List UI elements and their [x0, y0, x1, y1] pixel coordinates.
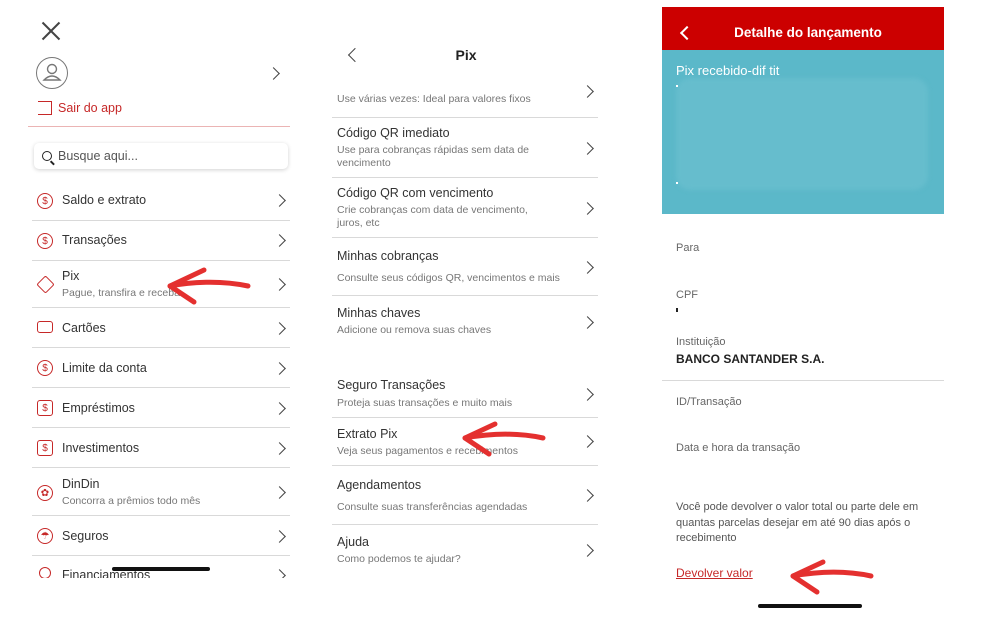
menu-item-label: Saldo e extrato: [62, 193, 147, 207]
label-data-hora: Data e hora da transação: [676, 442, 801, 454]
menu-item-cartoes[interactable]: Cartões: [32, 316, 290, 348]
menu-item-label: Transações: [62, 233, 127, 247]
annotation-arrow-pix: [167, 267, 251, 305]
chevron-right-icon: [273, 402, 286, 415]
money-icon: $: [37, 193, 53, 209]
value-instituicao: BANCO SANTANDER S.A.: [676, 352, 825, 366]
pix-item-sub: Crie cobranças com data de vencimento, j…: [337, 204, 528, 229]
chevron-right-icon: [273, 234, 286, 247]
menu-item-label: Pix: [62, 269, 80, 283]
main-menu-panel: Sair do app Busque aqui... $ Saldo e ext…: [28, 0, 296, 620]
chevron-right-icon: [273, 278, 286, 291]
pix-item-agendamentos[interactable]: Agendamentos Consulte suas transferência…: [332, 470, 598, 522]
transaction-type: Pix recebido-dif tit: [676, 63, 780, 78]
pix-item-sub: Consulte suas transferências agendadas: [337, 501, 528, 513]
pix-item-label: Minhas chaves: [337, 306, 421, 320]
pix-item-sub: Proteja suas transações e muito mais: [337, 397, 513, 409]
devolver-valor-link[interactable]: Devolver valor: [676, 566, 753, 580]
menu-item-emprestimos[interactable]: $ Empréstimos: [32, 396, 290, 428]
pix-item-seguro-transacoes[interactable]: Seguro Transações Proteja suas transaçõe…: [332, 370, 598, 416]
search-placeholder: Busque aqui...: [58, 149, 138, 163]
label-id-transacao: ID/Transação: [676, 396, 742, 408]
menu-item-limite-conta[interactable]: $ Limite da conta: [32, 356, 290, 388]
pix-item-sub: Adicione ou remova suas chaves: [337, 324, 492, 336]
pix-item-qr-imediato[interactable]: Código QR imediato Use para cobranças rá…: [332, 120, 598, 176]
pix-item-label: Minhas cobranças: [337, 249, 439, 263]
menu-item-label: Cartões: [62, 321, 106, 335]
menu-item-dindin[interactable]: ✿ DinDin Concorra a prêmios todo mês: [32, 474, 290, 514]
card-icon: [37, 321, 53, 333]
chevron-right-icon: [273, 530, 286, 543]
chevron-right-icon: [273, 194, 286, 207]
menu-item-label: Investimentos: [62, 441, 140, 455]
pix-item-label: Agendamentos: [337, 478, 422, 492]
pix-item-label: Extrato Pix: [337, 427, 398, 441]
chevron-right-icon: [581, 142, 594, 155]
pix-item-ajuda[interactable]: Ajuda Como podemos te ajudar?: [332, 527, 598, 575]
label-instituicao: Instituição: [676, 336, 726, 348]
annotation-arrow-extrato: [462, 421, 546, 457]
home-indicator: [758, 604, 862, 608]
pix-item-label: Seguro Transações: [337, 378, 446, 392]
dollar-circle-icon: $: [37, 360, 53, 376]
logout-button[interactable]: Sair do app: [38, 101, 122, 115]
avatar[interactable]: [36, 57, 68, 89]
close-icon[interactable]: [40, 20, 62, 42]
search-input[interactable]: Busque aqui...: [34, 143, 288, 169]
investment-icon: $: [37, 440, 53, 456]
pix-item-sub: Consulte seus códigos QR, vencimentos e …: [337, 272, 560, 284]
menu-item-investimentos[interactable]: $ Investimentos: [32, 436, 290, 468]
menu-item-label: Empréstimos: [62, 401, 135, 415]
menu-item-seguros[interactable]: ☂ Seguros: [32, 524, 290, 556]
logout-icon: [38, 101, 52, 115]
chevron-right-icon[interactable]: [267, 67, 280, 80]
menu-item-label: Limite da conta: [62, 361, 147, 375]
menu-item-sub: Concorra a prêmios todo mês: [62, 495, 201, 507]
detail-header: Detalhe do lançamento: [662, 7, 944, 50]
pix-icon: [36, 275, 55, 294]
umbrella-icon: ☂: [37, 528, 53, 544]
label-para: Para: [676, 242, 700, 254]
menu-item-saldo-extrato[interactable]: $ Saldo e extrato: [32, 188, 290, 220]
pix-item-label: Código QR imediato: [337, 126, 450, 140]
annotation-arrow-devolver: [790, 559, 874, 595]
pix-item-partial[interactable]: Use várias vezes: Ideal para valores fix…: [332, 85, 598, 116]
menu-item-label: Seguros: [62, 529, 109, 543]
chevron-right-icon: [273, 362, 286, 375]
pix-item-label: Código QR com vencimento: [337, 186, 494, 200]
chevron-right-icon: [273, 442, 286, 455]
pix-item-minhas-cobrancas[interactable]: Minhas cobranças Consulte seus códigos Q…: [332, 240, 598, 294]
pix-item-minhas-chaves[interactable]: Minhas chaves Adicione ou remova suas ch…: [332, 298, 598, 348]
transaction-detail-panel: Detalhe do lançamento Pix recebido-dif t…: [662, 0, 944, 620]
chevron-right-icon: [581, 489, 594, 502]
transaction-summary-card: Pix recebido-dif tit: [662, 50, 944, 214]
pix-item-sub: Use para cobranças rápidas sem data de v…: [337, 144, 530, 169]
pix-panel: Pix Use várias vezes: Ideal para valores…: [330, 0, 602, 620]
menu-item-transacoes[interactable]: $ Transações: [32, 228, 290, 260]
pix-item-sub: Como podemos te ajudar?: [337, 553, 461, 565]
label-cpf: CPF: [676, 289, 698, 301]
chevron-right-icon: [273, 486, 286, 499]
pix-item-label: Ajuda: [337, 535, 369, 549]
search-icon: [42, 151, 52, 161]
page-title: Pix: [455, 47, 477, 63]
transfer-icon: $: [37, 233, 53, 249]
loan-icon: $: [37, 400, 53, 416]
chevron-right-icon: [273, 322, 286, 335]
user-icon: [41, 63, 62, 81]
prize-icon: ✿: [37, 485, 53, 501]
pix-item-sub: Use várias vezes: Ideal para valores fix…: [337, 93, 531, 105]
menu-item-label: DinDin: [62, 477, 100, 491]
chevron-right-icon: [581, 202, 594, 215]
home-indicator: [112, 567, 210, 571]
return-note: Você pode devolver o valor total ou part…: [676, 501, 919, 544]
logout-label: Sair do app: [58, 101, 122, 115]
pix-item-qr-vencimento[interactable]: Código QR com vencimento Crie cobranças …: [332, 180, 598, 236]
detail-title: Detalhe do lançamento: [734, 25, 882, 40]
